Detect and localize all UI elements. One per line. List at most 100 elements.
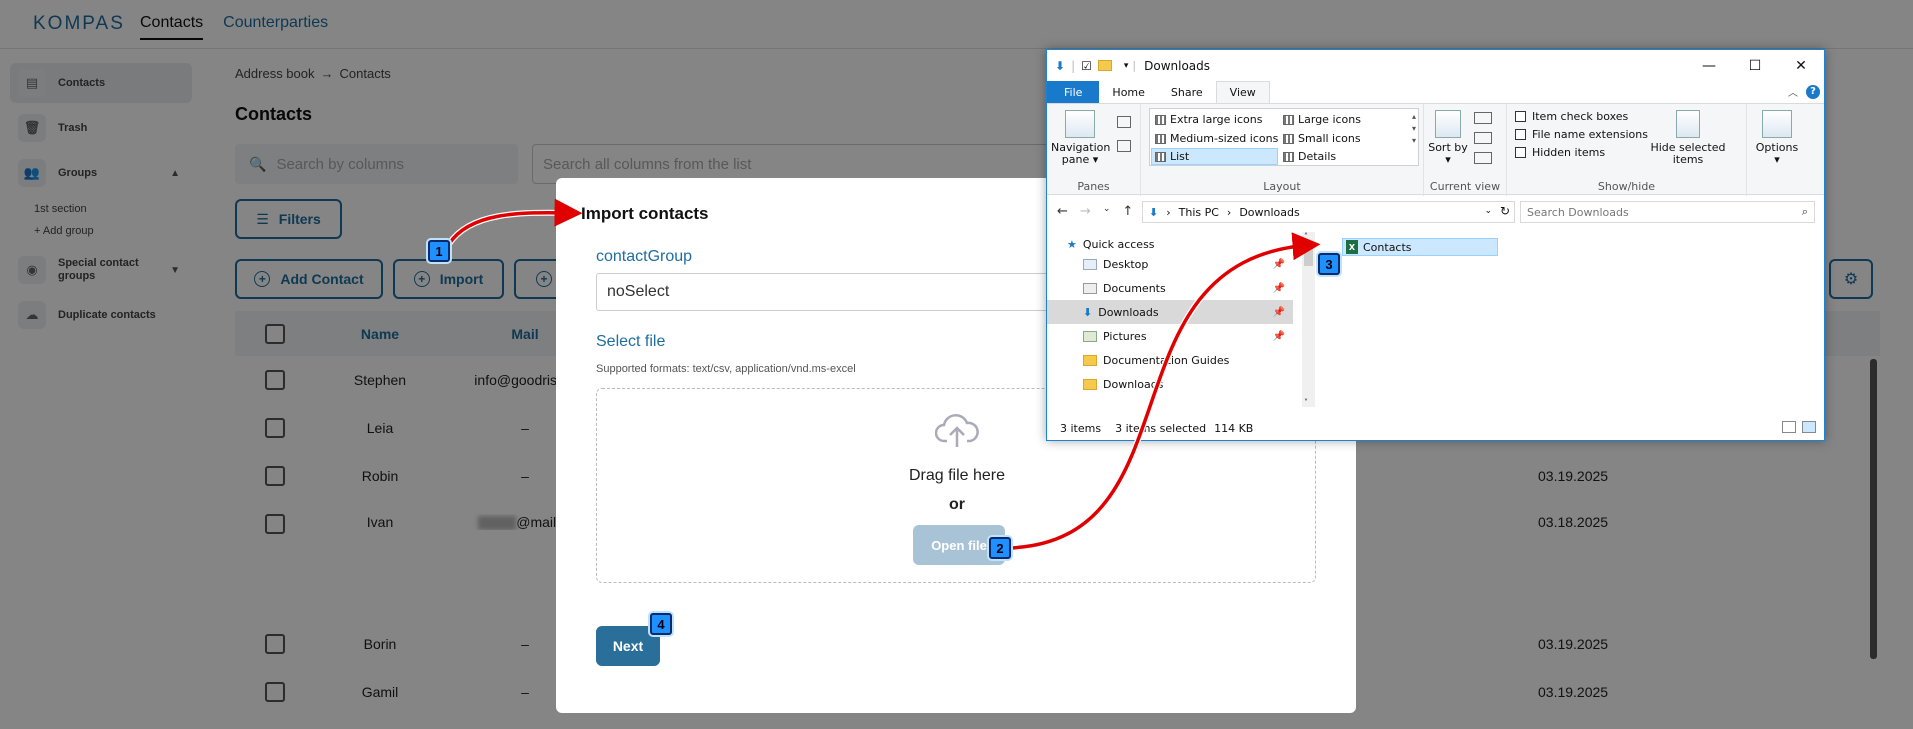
pictures-folder-icon [1083, 330, 1097, 342]
layout-small-icons[interactable]: Small icons [1280, 130, 1361, 147]
desktop-folder-icon [1083, 258, 1097, 270]
scroll-up-icon[interactable]: ˄ [1304, 232, 1308, 241]
hide-icon [1676, 110, 1700, 138]
navigation-scrollbar[interactable]: ˄ ˅ [1302, 232, 1315, 407]
address-bar[interactable]: ⬇ › This PC › Downloads ⌄ ↻ [1142, 201, 1515, 223]
pin-icon[interactable]: 📌 [1273, 331, 1285, 342]
navigation-pane: ★ Quick access Desktop 📌 Documents 📌 ⬇ Downl… [1047, 232, 1302, 407]
checkbox[interactable] [1515, 111, 1526, 122]
back-arrow-icon[interactable]: ← [1057, 204, 1068, 219]
tab-share[interactable]: Share [1158, 81, 1216, 103]
options-icon [1762, 110, 1792, 138]
scroll-down-icon[interactable]: ˅ [1304, 398, 1308, 407]
layout-extra-large-icons[interactable]: Extra large icons [1152, 111, 1262, 128]
modal-title: Import contacts [581, 204, 709, 223]
nav-desktop[interactable]: Desktop 📌 [1047, 252, 1293, 276]
help-icon[interactable]: ? [1806, 84, 1820, 99]
size-columns-icon[interactable] [1474, 152, 1492, 164]
options-button[interactable]: Options ▾ [1752, 110, 1802, 166]
layout-medium-icons[interactable]: Medium-sized icons [1152, 130, 1278, 147]
preview-pane-icon[interactable] [1117, 116, 1131, 128]
gallery-scroll-icon[interactable]: ▴ ▾ ▾ [1412, 111, 1416, 147]
checkbox[interactable] [1515, 129, 1526, 140]
window-controls: — ☐ ✕ [1686, 50, 1824, 81]
forward-arrow-icon[interactable]: → [1080, 204, 1091, 219]
drag-file-text: Drag file here [908, 467, 1006, 484]
contact-group-label: contactGroup [596, 248, 693, 265]
sort-icon [1435, 110, 1461, 138]
close-icon[interactable]: ✕ [1778, 50, 1824, 81]
search-icon: ⌕ [1801, 205, 1808, 218]
add-columns-icon[interactable] [1474, 132, 1492, 144]
address-bar-row: ← → ⌄ ↑ ⬇ › This PC › Downloads ⌄ ↻ Sear… [1047, 199, 1824, 226]
nav-documentation-guides[interactable]: Documentation Guides [1047, 348, 1293, 372]
file-name-extensions[interactable]: File name extensions [1515, 128, 1648, 141]
hidden-items[interactable]: Hidden items [1515, 146, 1605, 159]
step-badge-4: 4 [650, 613, 672, 635]
properties-icon[interactable]: ☑ [1081, 59, 1092, 73]
excel-file-icon: X [1346, 240, 1358, 254]
documents-folder-icon [1083, 282, 1097, 294]
layout-details[interactable]: Details [1280, 148, 1336, 165]
details-pane-icon[interactable] [1117, 140, 1131, 152]
pin-icon[interactable]: 📌 [1273, 283, 1285, 294]
nav-pictures[interactable]: Pictures 📌 [1047, 324, 1293, 348]
details-view-icon[interactable] [1782, 421, 1796, 433]
nav-downloads[interactable]: ⬇ Downloads 📌 [1047, 300, 1293, 324]
new-folder-icon[interactable] [1097, 60, 1112, 71]
up-arrow-icon[interactable]: ↑ [1122, 204, 1133, 219]
download-arrow-icon: ⬇ [1083, 305, 1093, 319]
explorer-search-input[interactable]: Search Downloads ⌕ [1520, 201, 1815, 223]
pin-icon[interactable]: 📌 [1273, 307, 1285, 318]
layout-list[interactable]: List [1151, 148, 1278, 165]
folder-icon [1083, 378, 1097, 390]
maximize-icon[interactable]: ☐ [1732, 50, 1778, 81]
navigation-pane-icon [1065, 110, 1095, 138]
quick-access-toolbar: ⬇ | ☑ ▾ [1055, 58, 1129, 73]
view-icon [1283, 133, 1294, 144]
tab-file[interactable]: File [1047, 81, 1100, 103]
refresh-icon[interactable]: ↻ [1500, 204, 1510, 218]
select-file-label: Select file [596, 333, 666, 350]
chevron-down-icon[interactable]: ⌄ [1484, 206, 1492, 216]
navigation-pane-button[interactable]: Navigation pane ▾ [1051, 110, 1110, 166]
sort-by-button[interactable]: Sort by ▾ [1428, 110, 1468, 166]
nav-documents[interactable]: Documents 📌 [1047, 276, 1293, 300]
or-text: or [949, 496, 965, 513]
address-downloads[interactable]: Downloads [1239, 206, 1299, 219]
layout-gallery: Extra large icons Large icons Medium-siz… [1149, 108, 1419, 166]
group-by-icon[interactable] [1474, 112, 1492, 124]
file-list: X Contacts [1315, 232, 1824, 407]
list-icon [1155, 151, 1166, 162]
folder-icon [1083, 354, 1097, 366]
layout-large-icons[interactable]: Large icons [1280, 111, 1361, 128]
file-item-contacts[interactable]: X Contacts [1342, 238, 1498, 256]
collapse-ribbon-icon[interactable]: ︿ [1788, 84, 1798, 99]
tab-home[interactable]: Home [1099, 81, 1157, 103]
step-badge-2: 2 [989, 537, 1011, 559]
scrollbar-thumb[interactable] [1304, 244, 1313, 266]
tab-view[interactable]: View [1215, 81, 1270, 103]
minimize-icon[interactable]: — [1686, 50, 1732, 81]
recent-dropdown-icon[interactable]: ⌄ [1103, 204, 1111, 219]
file-explorer-window: ⬇ | ☑ ▾ | Downloads — ☐ ✕ File Home Shar… [1046, 49, 1825, 441]
selected-size: 114 KB [1214, 421, 1254, 435]
address-this-pc[interactable]: This PC [1179, 206, 1219, 219]
explorer-title: Downloads [1144, 58, 1211, 73]
ribbon-tabs: File Home Share View ︿ ? [1047, 81, 1824, 103]
item-check-boxes[interactable]: Item check boxes [1515, 110, 1628, 123]
pin-icon[interactable]: 📌 [1273, 259, 1285, 270]
download-arrow-icon[interactable]: ⬇ [1055, 59, 1065, 73]
view-icon [1283, 114, 1294, 125]
ribbon-group-layout: Extra large icons Large icons Medium-siz… [1141, 104, 1424, 196]
download-folder-icon: ⬇ [1149, 205, 1159, 219]
ribbon-group-panes: Navigation pane ▾ Panes [1047, 104, 1141, 196]
large-icons-view-icon[interactable] [1802, 421, 1816, 433]
details-icon [1283, 151, 1294, 162]
checkbox[interactable] [1515, 147, 1526, 158]
explorer-titlebar: ⬇ | ☑ ▾ | Downloads — ☐ ✕ [1047, 50, 1824, 81]
nav-downloads-folder[interactable]: Downloads [1047, 372, 1293, 396]
hide-selected-items-button[interactable]: Hide selected items [1647, 110, 1729, 166]
customize-toolbar-icon[interactable]: ▾ [1124, 61, 1129, 71]
ribbon-group-current-view: Sort by ▾ Current view [1424, 104, 1507, 196]
